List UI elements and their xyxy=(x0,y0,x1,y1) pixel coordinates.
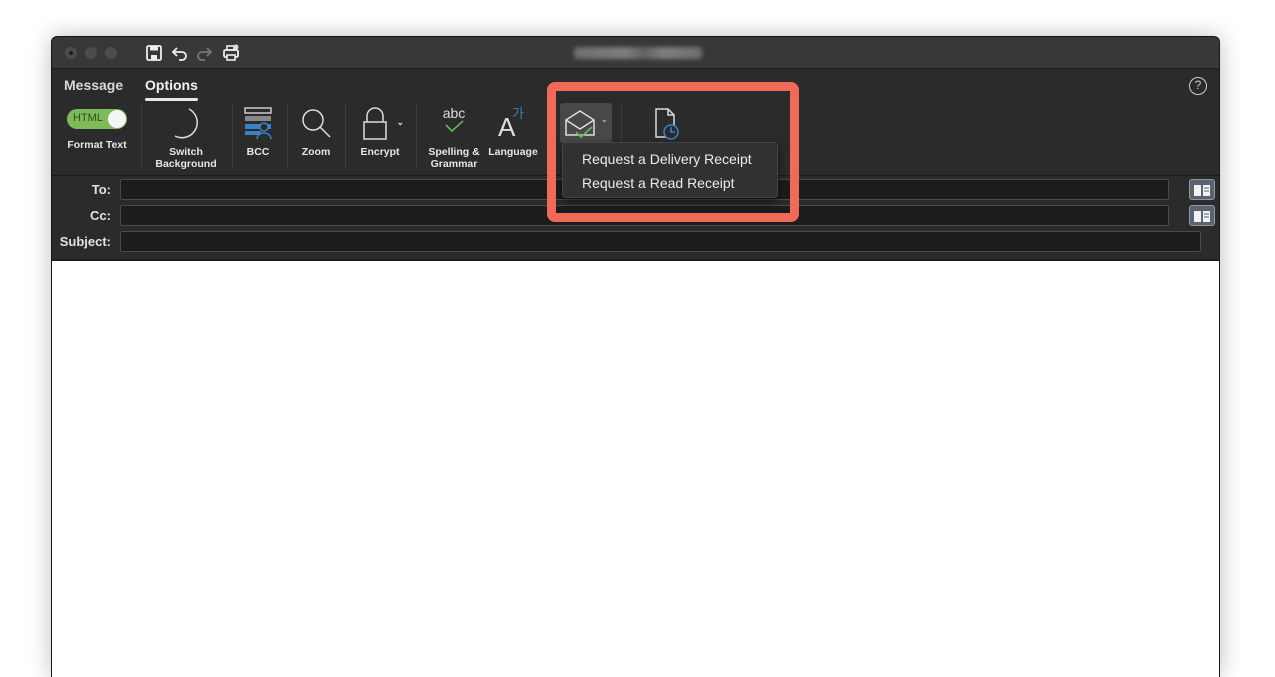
print-button[interactable] xyxy=(221,43,241,63)
save-icon xyxy=(146,45,162,61)
address-book-button-cc[interactable] xyxy=(1189,205,1215,226)
switch-background-button[interactable]: Switch Background xyxy=(148,106,224,170)
spellcheck-icon: abc xyxy=(426,106,482,142)
address-book-icon xyxy=(1194,184,1210,196)
subject-label: Subject: xyxy=(59,234,111,249)
zoom-label: Zoom xyxy=(301,146,331,158)
tab-options[interactable]: Options xyxy=(145,77,198,101)
close-window-button[interactable] xyxy=(65,47,77,59)
encrypt-button[interactable]: ⌄ Encrypt xyxy=(354,106,406,158)
ribbon-divider xyxy=(287,104,288,168)
title-bar xyxy=(52,37,1219,69)
help-button[interactable]: ? xyxy=(1189,77,1207,95)
ribbon-divider xyxy=(416,104,417,168)
moon-icon xyxy=(174,108,198,139)
language-icon: A 가 xyxy=(486,106,540,142)
address-book-icon xyxy=(1194,210,1210,222)
annotation-highlight-box xyxy=(547,82,799,222)
window-title-redacted xyxy=(574,47,702,59)
korean-glyph: 가 xyxy=(512,106,524,121)
to-label: To: xyxy=(91,182,111,197)
switch-label-2: Background xyxy=(155,158,217,170)
ribbon-divider xyxy=(345,104,346,168)
subject-input[interactable] xyxy=(121,232,1200,251)
undo-icon xyxy=(171,47,187,61)
toggle-knob xyxy=(108,110,126,128)
spelling-label-1: Spelling & xyxy=(428,146,480,158)
lock-icon xyxy=(363,107,387,140)
switch-label-1: Switch xyxy=(169,146,203,158)
ribbon-divider xyxy=(141,104,142,168)
minimize-window-button[interactable] xyxy=(85,47,97,59)
tab-message[interactable]: Message xyxy=(64,77,123,93)
redo-icon xyxy=(197,47,213,61)
redo-button[interactable] xyxy=(194,43,214,63)
magnifier-icon xyxy=(302,109,331,138)
language-button[interactable]: A 가 Language xyxy=(486,106,540,158)
format-text-toggle[interactable]: HTML xyxy=(67,109,127,129)
save-button[interactable] xyxy=(144,43,164,63)
cc-label: Cc: xyxy=(90,208,111,223)
spelling-label-2: Grammar xyxy=(430,158,478,170)
ribbon-divider xyxy=(232,104,233,168)
subject-field[interactable] xyxy=(120,231,1201,252)
print-icon xyxy=(223,44,239,61)
maximize-window-button[interactable] xyxy=(105,47,117,59)
bcc-button[interactable]: BCC xyxy=(238,106,278,158)
bcc-icon xyxy=(244,107,272,140)
address-book-button-to[interactable] xyxy=(1189,179,1215,200)
spelling-grammar-button[interactable]: abc Spelling & Grammar xyxy=(426,106,482,170)
abc-text: abc xyxy=(442,105,466,121)
bcc-label: BCC xyxy=(246,146,270,158)
message-body[interactable] xyxy=(52,261,1219,677)
toggle-label: HTML xyxy=(73,112,103,124)
undo-button[interactable] xyxy=(170,43,190,63)
chevron-down-icon: ⌄ xyxy=(396,117,404,127)
encrypt-label: Encrypt xyxy=(360,146,400,158)
zoom-button[interactable]: Zoom xyxy=(294,106,338,158)
format-text-label: Format Text xyxy=(67,139,127,151)
language-label: Language xyxy=(488,146,538,158)
